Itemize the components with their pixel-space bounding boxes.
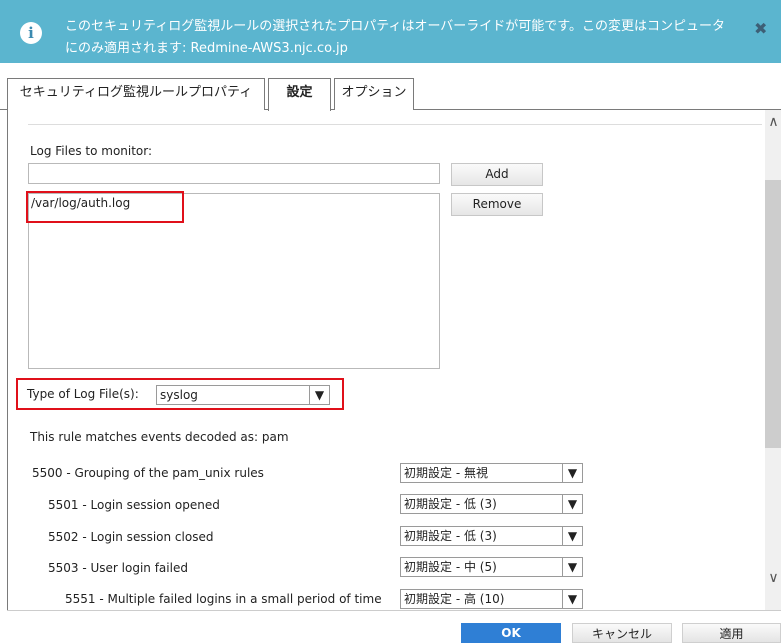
add-button[interactable]: Add xyxy=(451,163,543,186)
chevron-down-icon[interactable]: ▼ xyxy=(562,495,582,513)
footer-divider xyxy=(7,610,781,611)
log-type-label: Type of Log File(s): xyxy=(27,387,139,401)
log-file-input[interactable] xyxy=(28,163,440,184)
dialog: i このセキュリティログ監視ルールの選択されたプロパティはオーバーライドが可能で… xyxy=(0,0,781,643)
cancel-button[interactable]: キャンセル xyxy=(572,623,672,643)
rule-severity-value: 初期設定 - 無視 xyxy=(404,466,488,480)
highlight-box-log-type: Type of Log File(s): syslog ▼ xyxy=(16,378,344,410)
rule-severity-select-5503[interactable]: 初期設定 - 中 (5) ▼ xyxy=(400,557,583,577)
rule-label-5501: 5501 - Login session opened xyxy=(48,498,220,512)
info-icon: i xyxy=(20,22,42,44)
rule-label-5500: 5500 - Grouping of the pam_unix rules xyxy=(32,466,264,480)
chevron-down-icon[interactable]: ▼ xyxy=(562,590,582,608)
close-icon[interactable]: ✖ xyxy=(754,19,767,38)
chevron-down-icon[interactable]: ▼ xyxy=(309,386,329,404)
remove-button[interactable]: Remove xyxy=(451,193,543,216)
banner-message-line1: このセキュリティログ監視ルールの選択されたプロパティはオーバーライドが可能です。… xyxy=(65,19,726,34)
rule-severity-select-5551[interactable]: 初期設定 - 高 (10) ▼ xyxy=(400,589,583,609)
chevron-down-icon[interactable]: ∨ xyxy=(765,570,781,590)
tab-rule-properties[interactable]: セキュリティログ監視ルールプロパティ xyxy=(7,78,265,110)
apply-button[interactable]: 適用 xyxy=(682,623,781,643)
rule-label-5502: 5502 - Login session closed xyxy=(48,530,214,544)
rule-severity-value: 初期設定 - 高 (10) xyxy=(404,592,505,606)
rule-label-5503: 5503 - User login failed xyxy=(48,561,188,575)
banner-message-line2: にのみ適用されます: Redmine-AWS3.njc.co.jp xyxy=(65,41,348,56)
highlight-box-log-file xyxy=(26,191,184,223)
info-banner: i このセキュリティログ監視ルールの選択されたプロパティはオーバーライドが可能で… xyxy=(0,0,781,63)
rule-severity-value: 初期設定 - 低 (3) xyxy=(404,529,497,543)
section-divider xyxy=(28,124,762,125)
vertical-scrollbar[interactable]: ∧ ∨ xyxy=(765,110,781,610)
chevron-down-icon[interactable]: ▼ xyxy=(562,527,582,545)
settings-panel: Log Files to monitor: Add Remove /var/lo… xyxy=(7,110,781,610)
rule-severity-value: 初期設定 - 低 (3) xyxy=(404,497,497,511)
ok-button[interactable]: OK xyxy=(461,623,561,643)
chevron-up-icon[interactable]: ∧ xyxy=(765,114,781,134)
log-type-select[interactable]: syslog ▼ xyxy=(156,385,330,405)
chevron-down-icon[interactable]: ▼ xyxy=(562,464,582,482)
rule-label-5551: 5551 - Multiple failed logins in a small… xyxy=(65,592,382,606)
tab-options[interactable]: オプション xyxy=(334,78,414,110)
rule-severity-select-5500[interactable]: 初期設定 - 無視 ▼ xyxy=(400,463,583,483)
rule-severity-value: 初期設定 - 中 (5) xyxy=(404,560,497,574)
log-type-value: syslog xyxy=(160,388,198,402)
log-files-label: Log Files to monitor: xyxy=(30,144,153,158)
decoded-as-text: This rule matches events decoded as: pam xyxy=(30,430,289,444)
tab-bar: セキュリティログ監視ルールプロパティ 設定 オプション xyxy=(0,70,781,111)
chevron-down-icon[interactable]: ▼ xyxy=(562,558,582,576)
rule-severity-select-5501[interactable]: 初期設定 - 低 (3) ▼ xyxy=(400,494,583,514)
rule-severity-select-5502[interactable]: 初期設定 - 低 (3) ▼ xyxy=(400,526,583,546)
tab-settings[interactable]: 設定 xyxy=(268,78,331,111)
scrollbar-thumb[interactable] xyxy=(765,180,781,448)
